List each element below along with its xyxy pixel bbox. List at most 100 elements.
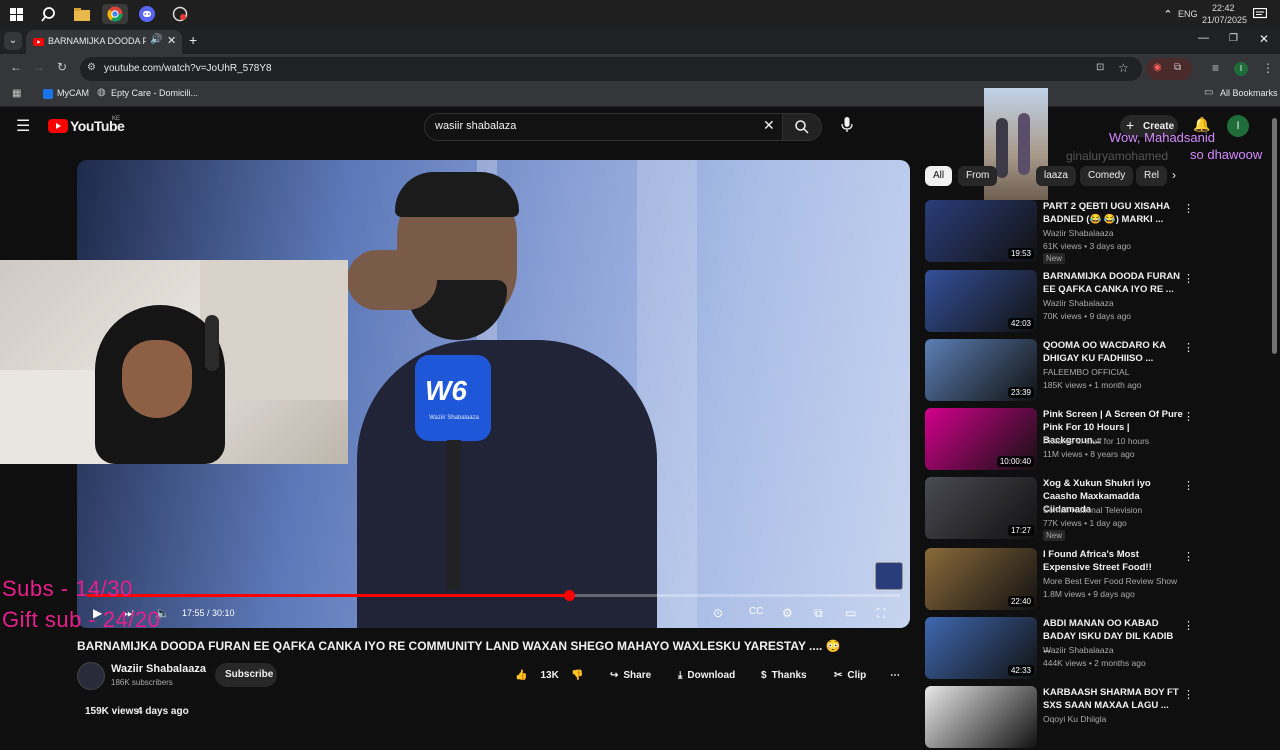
recommendation-title[interactable]: BARNAMIJKA DOODA FURAN EE QAFKA CANKA IY… xyxy=(1043,270,1183,296)
settings-gear-icon[interactable]: ⚙ xyxy=(782,606,793,620)
audio-playing-icon[interactable]: 🔊 xyxy=(150,34,162,45)
recommendation-item[interactable]: KARBAASH SHARMA BOY FT SXS SAAN MAXAA LA… xyxy=(925,686,1265,750)
more-options-icon[interactable]: ⋮ xyxy=(1183,272,1194,285)
autoplay-toggle[interactable]: ⊙ xyxy=(713,606,723,620)
recommendation-item[interactable]: 23:39 QOOMA OO WACDARO KA DHIGAY KU FADHI… xyxy=(925,339,1265,403)
apps-grid-icon[interactable]: ▦ xyxy=(12,88,21,99)
channel-name[interactable]: Waziir Shabalaaza xyxy=(111,663,206,675)
page-scrollbar[interactable] xyxy=(1272,118,1277,354)
puzzle-icon[interactable]: ⧉ xyxy=(1174,62,1181,73)
fullscreen-icon[interactable]: ⛶ xyxy=(877,606,885,621)
more-options-icon[interactable]: ⋮ xyxy=(1183,341,1194,354)
recommendation-thumbnail[interactable] xyxy=(925,686,1037,748)
recommendation-channel[interactable]: Oqoyi Ku Dhiigla xyxy=(1043,714,1106,724)
hamburger-menu-icon[interactable]: ☰ xyxy=(16,116,30,136)
recommendation-title[interactable]: I Found Africa's Most Expensive Street F… xyxy=(1043,548,1183,574)
back-icon[interactable]: ← xyxy=(10,60,22,74)
recommendation-meta: 444K views • 2 months ago xyxy=(1043,658,1146,668)
tab-search-icon[interactable]: ⌄ xyxy=(4,32,22,50)
account-avatar[interactable]: I xyxy=(1227,115,1249,137)
restore-icon[interactable]: ❐ xyxy=(1229,33,1238,44)
media-controls-icon[interactable]: ≡ xyxy=(1212,61,1219,75)
recommendation-item[interactable]: 22:40 I Found Africa's Most Expensive Str… xyxy=(925,548,1265,612)
like-button[interactable]: 👍 13K xyxy=(515,664,559,686)
reload-icon[interactable]: ↻ xyxy=(57,60,67,74)
windows-start-icon[interactable] xyxy=(6,4,26,24)
file-explorer-icon[interactable] xyxy=(72,4,92,24)
discord-icon[interactable] xyxy=(137,4,157,24)
more-options-icon[interactable]: ⋮ xyxy=(1183,550,1194,563)
chip-related[interactable]: Rel xyxy=(1136,166,1168,186)
more-options-icon[interactable]: ⋮ xyxy=(1183,619,1194,632)
more-actions-icon[interactable]: ⋯ xyxy=(890,664,900,686)
share-button[interactable]: ↪ Share xyxy=(610,664,651,686)
more-options-icon[interactable]: ⋮ xyxy=(1183,688,1194,701)
recommendation-channel[interactable]: Waziir Shabalaaza xyxy=(1043,228,1114,238)
recommendation-item[interactable]: 19:53 PART 2 QEBTI UGU XISAHA BADNED (😂 😂… xyxy=(925,200,1265,264)
tab-youtube-video[interactable]: BARNAMIJKA DOODA FURAN 🔊 ✕ xyxy=(26,30,182,54)
minimize-icon[interactable]: — xyxy=(1198,32,1209,44)
more-options-icon[interactable]: ⋮ xyxy=(1183,410,1194,423)
recommendation-channel[interactable]: More Best Ever Food Review Show xyxy=(1043,576,1177,586)
subscribe-button[interactable]: Subscribe xyxy=(215,663,277,687)
address-bar[interactable]: ⚙ youtube.com/watch?v=JoUhR_578Y8 ⊡ ☆ xyxy=(80,57,1142,81)
new-tab-button[interactable]: + xyxy=(189,32,197,48)
streaming-app-icon[interactable] xyxy=(170,4,190,24)
recommendation-title[interactable]: QOOMA OO WACDARO KA DHIGAY KU FADHIISO .… xyxy=(1043,339,1183,365)
dislike-button[interactable]: 👎 xyxy=(571,664,583,686)
install-app-icon[interactable]: ⊡ xyxy=(1096,62,1104,73)
notifications-icon[interactable] xyxy=(1250,4,1270,24)
forward-icon[interactable]: → xyxy=(33,60,45,74)
chip-shabalaaza[interactable]: laaza xyxy=(1036,166,1076,186)
more-options-icon[interactable]: ⋮ xyxy=(1183,479,1194,492)
channel-avatar[interactable] xyxy=(77,662,105,690)
chip-comedy[interactable]: Comedy xyxy=(1080,166,1134,186)
recommendation-item[interactable]: 42:03 BARNAMIJKA DOODA FURAN EE QAFKA CAN… xyxy=(925,270,1265,334)
recommendation-item[interactable]: 42:33 ABDI MANAN OO KABAD BADAY ISKU DAY … xyxy=(925,617,1265,681)
language-indicator[interactable]: ENG xyxy=(1178,9,1198,19)
miniplayer-icon[interactable]: ⧉ xyxy=(814,606,823,621)
recommendation-title[interactable]: KARBAASH SHARMA BOY FT SXS SAAN MAXAA LA… xyxy=(1043,686,1183,712)
captions-icon[interactable]: CC xyxy=(749,606,763,617)
theater-mode-icon[interactable]: ▭ xyxy=(845,606,856,620)
clock-time[interactable]: 22:42 xyxy=(1212,3,1235,13)
close-window-icon[interactable]: ✕ xyxy=(1259,32,1269,46)
recommendation-channel[interactable]: Waziir Shabalaaza xyxy=(1043,645,1114,655)
clip-button[interactable]: ✂ Clip xyxy=(834,664,866,686)
recommendation-channel[interactable]: Somali National Television xyxy=(1043,505,1142,515)
site-info-icon[interactable]: ⚙ xyxy=(87,62,96,73)
chevron-up-icon[interactable]: ⌃ xyxy=(1158,4,1178,24)
search-icon[interactable] xyxy=(38,4,58,24)
bookmark-epty-care[interactable]: Epty Care - Domicili... xyxy=(111,88,198,98)
clock-date[interactable]: 21/07/2025 xyxy=(1202,15,1247,25)
search-input[interactable]: wasiir shabalaza xyxy=(435,120,516,132)
thanks-button[interactable]: $ Thanks xyxy=(761,664,807,686)
extension-record-icon[interactable]: ◉ xyxy=(1153,62,1162,73)
download-button[interactable]: ⤓ Download xyxy=(678,664,735,686)
recommendation-title[interactable]: PART 2 QEBTI UGU XISAHA BADNED (😂 😂) MAR… xyxy=(1043,200,1183,226)
voice-search-icon[interactable] xyxy=(841,117,853,133)
recommendation-channel[interactable]: Pictures of stuff for 10 hours xyxy=(1043,436,1149,446)
recommendation-item[interactable]: 17:27 Xog & Xukun Shukri iyo Caasho Maxka… xyxy=(925,477,1265,541)
clear-search-icon[interactable]: ✕ xyxy=(763,117,775,134)
channel-watermark[interactable] xyxy=(875,562,903,590)
bookmark-star-icon[interactable]: ☆ xyxy=(1118,61,1129,75)
close-tab-icon[interactable]: ✕ xyxy=(167,34,176,47)
bookmark-mycam[interactable]: MyCAM xyxy=(57,88,89,98)
progress-bar[interactable] xyxy=(87,590,900,601)
chrome-icon[interactable] xyxy=(102,4,128,24)
chip-from[interactable]: From xyxy=(958,166,998,186)
search-box[interactable]: wasiir shabalaza ✕ xyxy=(424,113,784,141)
chips-next-icon[interactable]: › xyxy=(1172,168,1176,182)
all-bookmarks[interactable]: All Bookmarks xyxy=(1220,88,1278,98)
chrome-menu-icon[interactable]: ⋮ xyxy=(1262,61,1274,75)
recommendation-item[interactable]: 10:00:40 Pink Screen | A Screen Of Pure P… xyxy=(925,408,1265,472)
profile-avatar[interactable]: I xyxy=(1234,62,1248,76)
youtube-logo-icon[interactable] xyxy=(48,119,68,133)
url-text[interactable]: youtube.com/watch?v=JoUhR_578Y8 xyxy=(104,63,272,74)
search-button[interactable] xyxy=(782,113,822,141)
recommendation-channel[interactable]: FALEEMBO OFFICIAL xyxy=(1043,367,1129,377)
more-options-icon[interactable]: ⋮ xyxy=(1183,202,1194,215)
chip-all[interactable]: All xyxy=(925,166,953,186)
recommendation-channel[interactable]: Waziir Shabalaaza xyxy=(1043,298,1114,308)
